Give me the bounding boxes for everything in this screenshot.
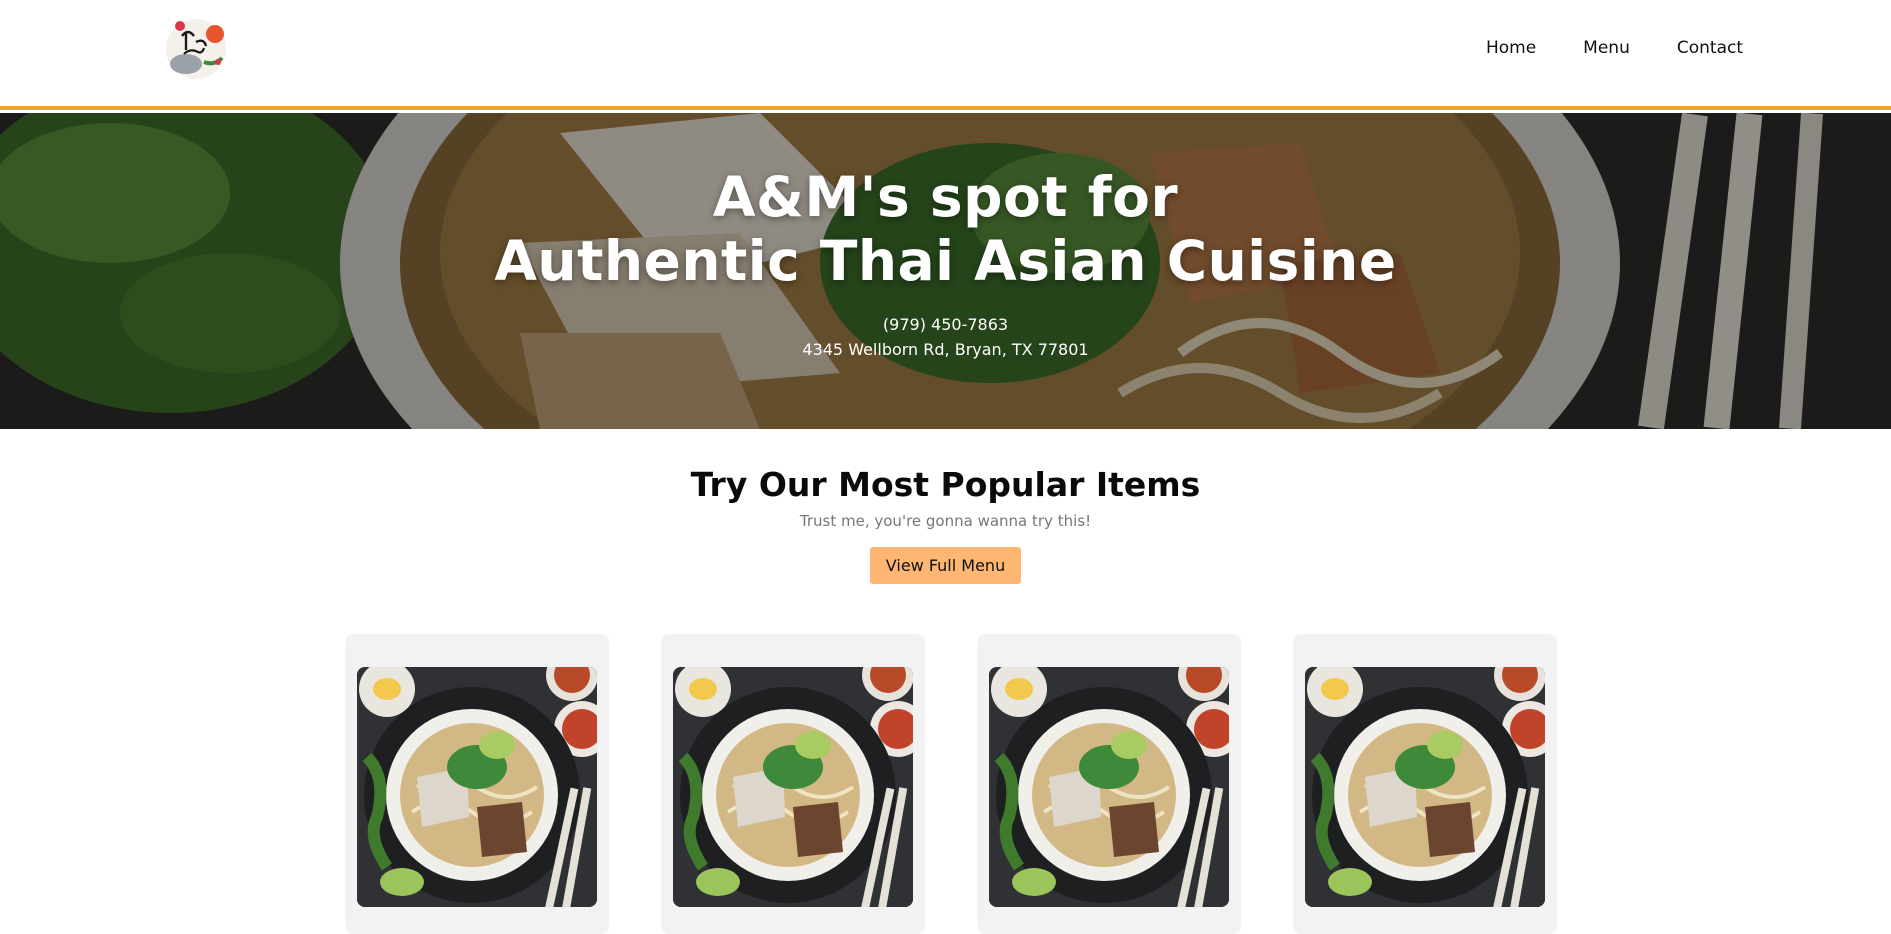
main-nav: Home Menu Contact <box>1486 38 1743 58</box>
address: 4345 Wellborn Rd, Bryan, TX 77801 <box>802 340 1089 359</box>
menu-item-card[interactable] <box>977 634 1241 934</box>
popular-items-section: Try Our Most Popular Items Trust me, you… <box>0 429 1891 934</box>
hero-title: A&M's spot for Authentic Thai Asian Cuis… <box>0 165 1891 293</box>
site-header: Home Menu Contact <box>0 0 1891 110</box>
noodle-soup-image <box>1305 667 1545 907</box>
noodle-soup-image <box>673 667 913 907</box>
section-subtitle: Trust me, you're gonna wanna try this! <box>799 512 1092 530</box>
popular-items-grid <box>345 634 1557 934</box>
logo-icon[interactable] <box>160 12 232 82</box>
nav-menu-link[interactable]: Menu <box>1583 38 1630 58</box>
menu-item-card[interactable] <box>1293 634 1557 934</box>
view-full-menu-button[interactable]: View Full Menu <box>869 547 1022 584</box>
hero-banner: A&M's spot for Authentic Thai Asian Cuis… <box>0 113 1891 429</box>
noodle-soup-image <box>989 667 1229 907</box>
nav-contact-link[interactable]: Contact <box>1677 38 1743 58</box>
hero-text: A&M's spot for Authentic Thai Asian Cuis… <box>0 165 1891 363</box>
nav-home-link[interactable]: Home <box>1486 38 1536 58</box>
menu-item-card[interactable] <box>345 634 609 934</box>
section-title: Try Our Most Popular Items <box>690 465 1201 504</box>
menu-item-card[interactable] <box>661 634 925 934</box>
hero-title-line1: A&M's spot for <box>712 165 1179 229</box>
hero-title-line2: Authentic Thai Asian Cuisine <box>494 229 1397 293</box>
noodle-soup-image <box>357 667 597 907</box>
phone-number[interactable]: (979) 450-7863 <box>0 313 1891 337</box>
